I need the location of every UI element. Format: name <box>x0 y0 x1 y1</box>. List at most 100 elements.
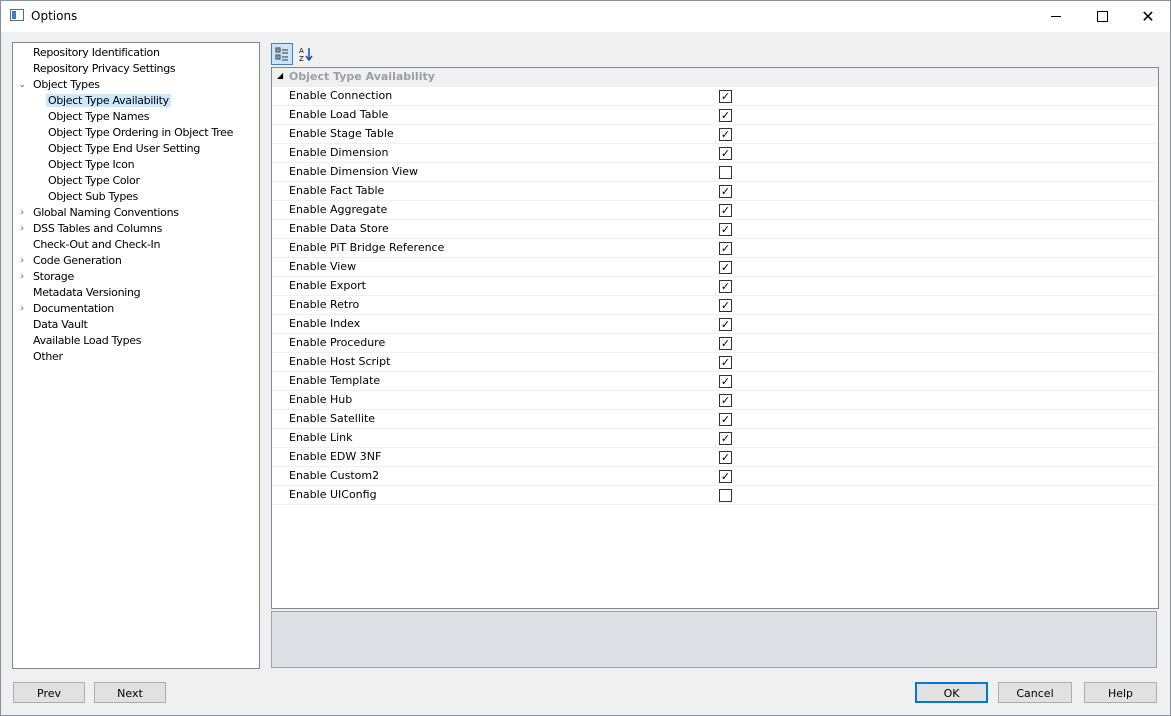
property-grid[interactable]: ◢ Object Type Availability Enable Connec… <box>271 67 1159 609</box>
tree-item[interactable]: Object Type End User Setting <box>46 141 202 157</box>
expanded-chevron-icon[interactable]: ⌄ <box>17 77 27 93</box>
property-checkbox[interactable]: ✓ <box>719 318 732 331</box>
tree-item-label: Repository Privacy Settings <box>33 62 176 75</box>
property-name: Enable Custom2 <box>289 469 380 482</box>
tree-item[interactable]: Repository Identification <box>31 45 162 61</box>
cancel-button[interactable]: Cancel <box>998 682 1072 703</box>
property-row[interactable]: Enable Template ✓ <box>272 372 1158 391</box>
property-checkbox[interactable]: ✓ <box>719 90 732 103</box>
property-row[interactable]: Enable Custom2 ✓ <box>272 467 1158 486</box>
property-row[interactable]: Enable Host Script ✓ <box>272 353 1158 372</box>
category-row[interactable]: ◢ Object Type Availability <box>272 68 1158 87</box>
maximize-button[interactable] <box>1079 1 1125 32</box>
tree-item[interactable]: › Global Naming Conventions <box>20 205 181 221</box>
property-checkbox[interactable]: ✓ <box>719 280 732 293</box>
tree-item[interactable]: Repository Privacy Settings <box>31 61 177 77</box>
property-row[interactable]: Enable Satellite ✓ <box>272 410 1158 429</box>
property-checkbox[interactable]: ✓ <box>719 470 732 483</box>
property-row[interactable]: Enable Aggregate ✓ <box>272 201 1158 220</box>
help-button[interactable]: Help <box>1084 682 1157 703</box>
category-label: Object Type Availability <box>289 70 435 83</box>
property-checkbox[interactable]: ✓ <box>719 223 732 236</box>
property-row[interactable]: Enable EDW 3NF ✓ <box>272 448 1158 467</box>
property-row[interactable]: Enable Dimension View <box>272 163 1158 182</box>
property-row[interactable]: Enable Link ✓ <box>272 429 1158 448</box>
tree-item[interactable]: Object Sub Types <box>46 189 140 205</box>
tree-item[interactable]: Available Load Types <box>31 333 143 349</box>
ok-button[interactable]: OK <box>915 682 988 703</box>
alphabetical-button[interactable]: A Z <box>295 43 317 65</box>
tree-item[interactable]: Object Type Color <box>46 173 142 189</box>
property-row[interactable]: Enable Index ✓ <box>272 315 1158 334</box>
property-checkbox[interactable]: ✓ <box>719 337 732 350</box>
tree-item-label: Global Naming Conventions <box>33 206 179 219</box>
property-checkbox[interactable]: ✓ <box>719 242 732 255</box>
collapse-triangle-icon[interactable]: ◢ <box>277 71 283 80</box>
tree-item[interactable]: Other <box>31 349 65 365</box>
property-row[interactable]: Enable Hub ✓ <box>272 391 1158 410</box>
collapsed-chevron-icon[interactable]: › <box>17 253 27 269</box>
collapsed-chevron-icon[interactable]: › <box>17 269 27 285</box>
property-name: Enable Procedure <box>289 336 386 349</box>
property-checkbox[interactable]: ✓ <box>719 394 732 407</box>
tree-item[interactable]: Object Type Availability <box>46 93 171 109</box>
property-checkbox[interactable]: ✓ <box>719 451 732 464</box>
property-name: Enable Index <box>289 317 361 330</box>
property-checkbox[interactable]: ✓ <box>719 432 732 445</box>
title-bar[interactable]: Options ✕ <box>1 1 1170 32</box>
property-row[interactable]: Enable UIConfig <box>272 486 1158 505</box>
prev-button[interactable]: Prev <box>13 682 85 703</box>
property-checkbox[interactable]: ✓ <box>719 356 732 369</box>
property-row[interactable]: Enable Stage Table ✓ <box>272 125 1158 144</box>
tree-item-label: Storage <box>33 270 74 283</box>
tree-item[interactable]: Metadata Versioning <box>31 285 142 301</box>
tree-item[interactable]: Object Type Names <box>46 109 151 125</box>
collapsed-chevron-icon[interactable]: › <box>17 205 27 221</box>
minimize-button[interactable] <box>1033 1 1079 32</box>
property-checkbox[interactable]: ✓ <box>719 375 732 388</box>
property-checkbox[interactable]: ✓ <box>719 185 732 198</box>
tree-item-label: Object Type End User Setting <box>48 142 201 155</box>
tree-item[interactable]: Object Type Icon <box>46 157 136 173</box>
property-row[interactable]: Enable Fact Table ✓ <box>272 182 1158 201</box>
tree-item-label: Object Sub Types <box>48 190 138 203</box>
property-row[interactable]: Enable View ✓ <box>272 258 1158 277</box>
tree-item[interactable]: › Storage <box>20 269 76 285</box>
categorized-button[interactable] <box>271 43 293 65</box>
property-checkbox[interactable]: ✓ <box>719 413 732 426</box>
tree-item[interactable]: › Code Generation <box>20 253 124 269</box>
tree-item[interactable]: › Documentation <box>20 301 116 317</box>
property-checkbox[interactable]: ✓ <box>719 109 732 122</box>
collapsed-chevron-icon[interactable]: › <box>17 301 27 317</box>
property-checkbox[interactable] <box>719 166 732 179</box>
tree-item-label: Object Type Icon <box>48 158 135 171</box>
property-checkbox[interactable]: ✓ <box>719 204 732 217</box>
close-button[interactable]: ✕ <box>1125 1 1171 32</box>
collapsed-chevron-icon[interactable]: › <box>17 221 27 237</box>
svg-text:Z: Z <box>299 55 304 62</box>
property-row[interactable]: Enable Connection ✓ <box>272 87 1158 106</box>
tree-item-label: Documentation <box>33 302 114 315</box>
minimize-icon <box>1051 16 1061 17</box>
property-checkbox[interactable]: ✓ <box>719 261 732 274</box>
tree-item[interactable]: › DSS Tables and Columns <box>20 221 164 237</box>
property-row[interactable]: Enable PiT Bridge Reference ✓ <box>272 239 1158 258</box>
tree-item-label: DSS Tables and Columns <box>33 222 163 235</box>
property-checkbox[interactable]: ✓ <box>719 299 732 312</box>
property-row[interactable]: Enable Load Table ✓ <box>272 106 1158 125</box>
next-button[interactable]: Next <box>94 682 166 703</box>
options-tree[interactable]: Repository Identification Repository Priv… <box>12 42 260 669</box>
tree-item[interactable]: Check-Out and Check-In <box>31 237 162 253</box>
tree-item[interactable]: ⌄ Object Types <box>18 77 102 93</box>
property-row[interactable]: Enable Export ✓ <box>272 277 1158 296</box>
property-checkbox[interactable] <box>719 489 732 502</box>
tree-item[interactable]: Data Vault <box>31 317 90 333</box>
property-row[interactable]: Enable Procedure ✓ <box>272 334 1158 353</box>
property-checkbox[interactable]: ✓ <box>719 147 732 160</box>
property-row[interactable]: Enable Dimension ✓ <box>272 144 1158 163</box>
property-row[interactable]: Enable Data Store ✓ <box>272 220 1158 239</box>
tree-item[interactable]: Object Type Ordering in Object Tree <box>46 125 235 141</box>
tree-item-label: Repository Identification <box>33 46 160 59</box>
property-checkbox[interactable]: ✓ <box>719 128 732 141</box>
property-row[interactable]: Enable Retro ✓ <box>272 296 1158 315</box>
